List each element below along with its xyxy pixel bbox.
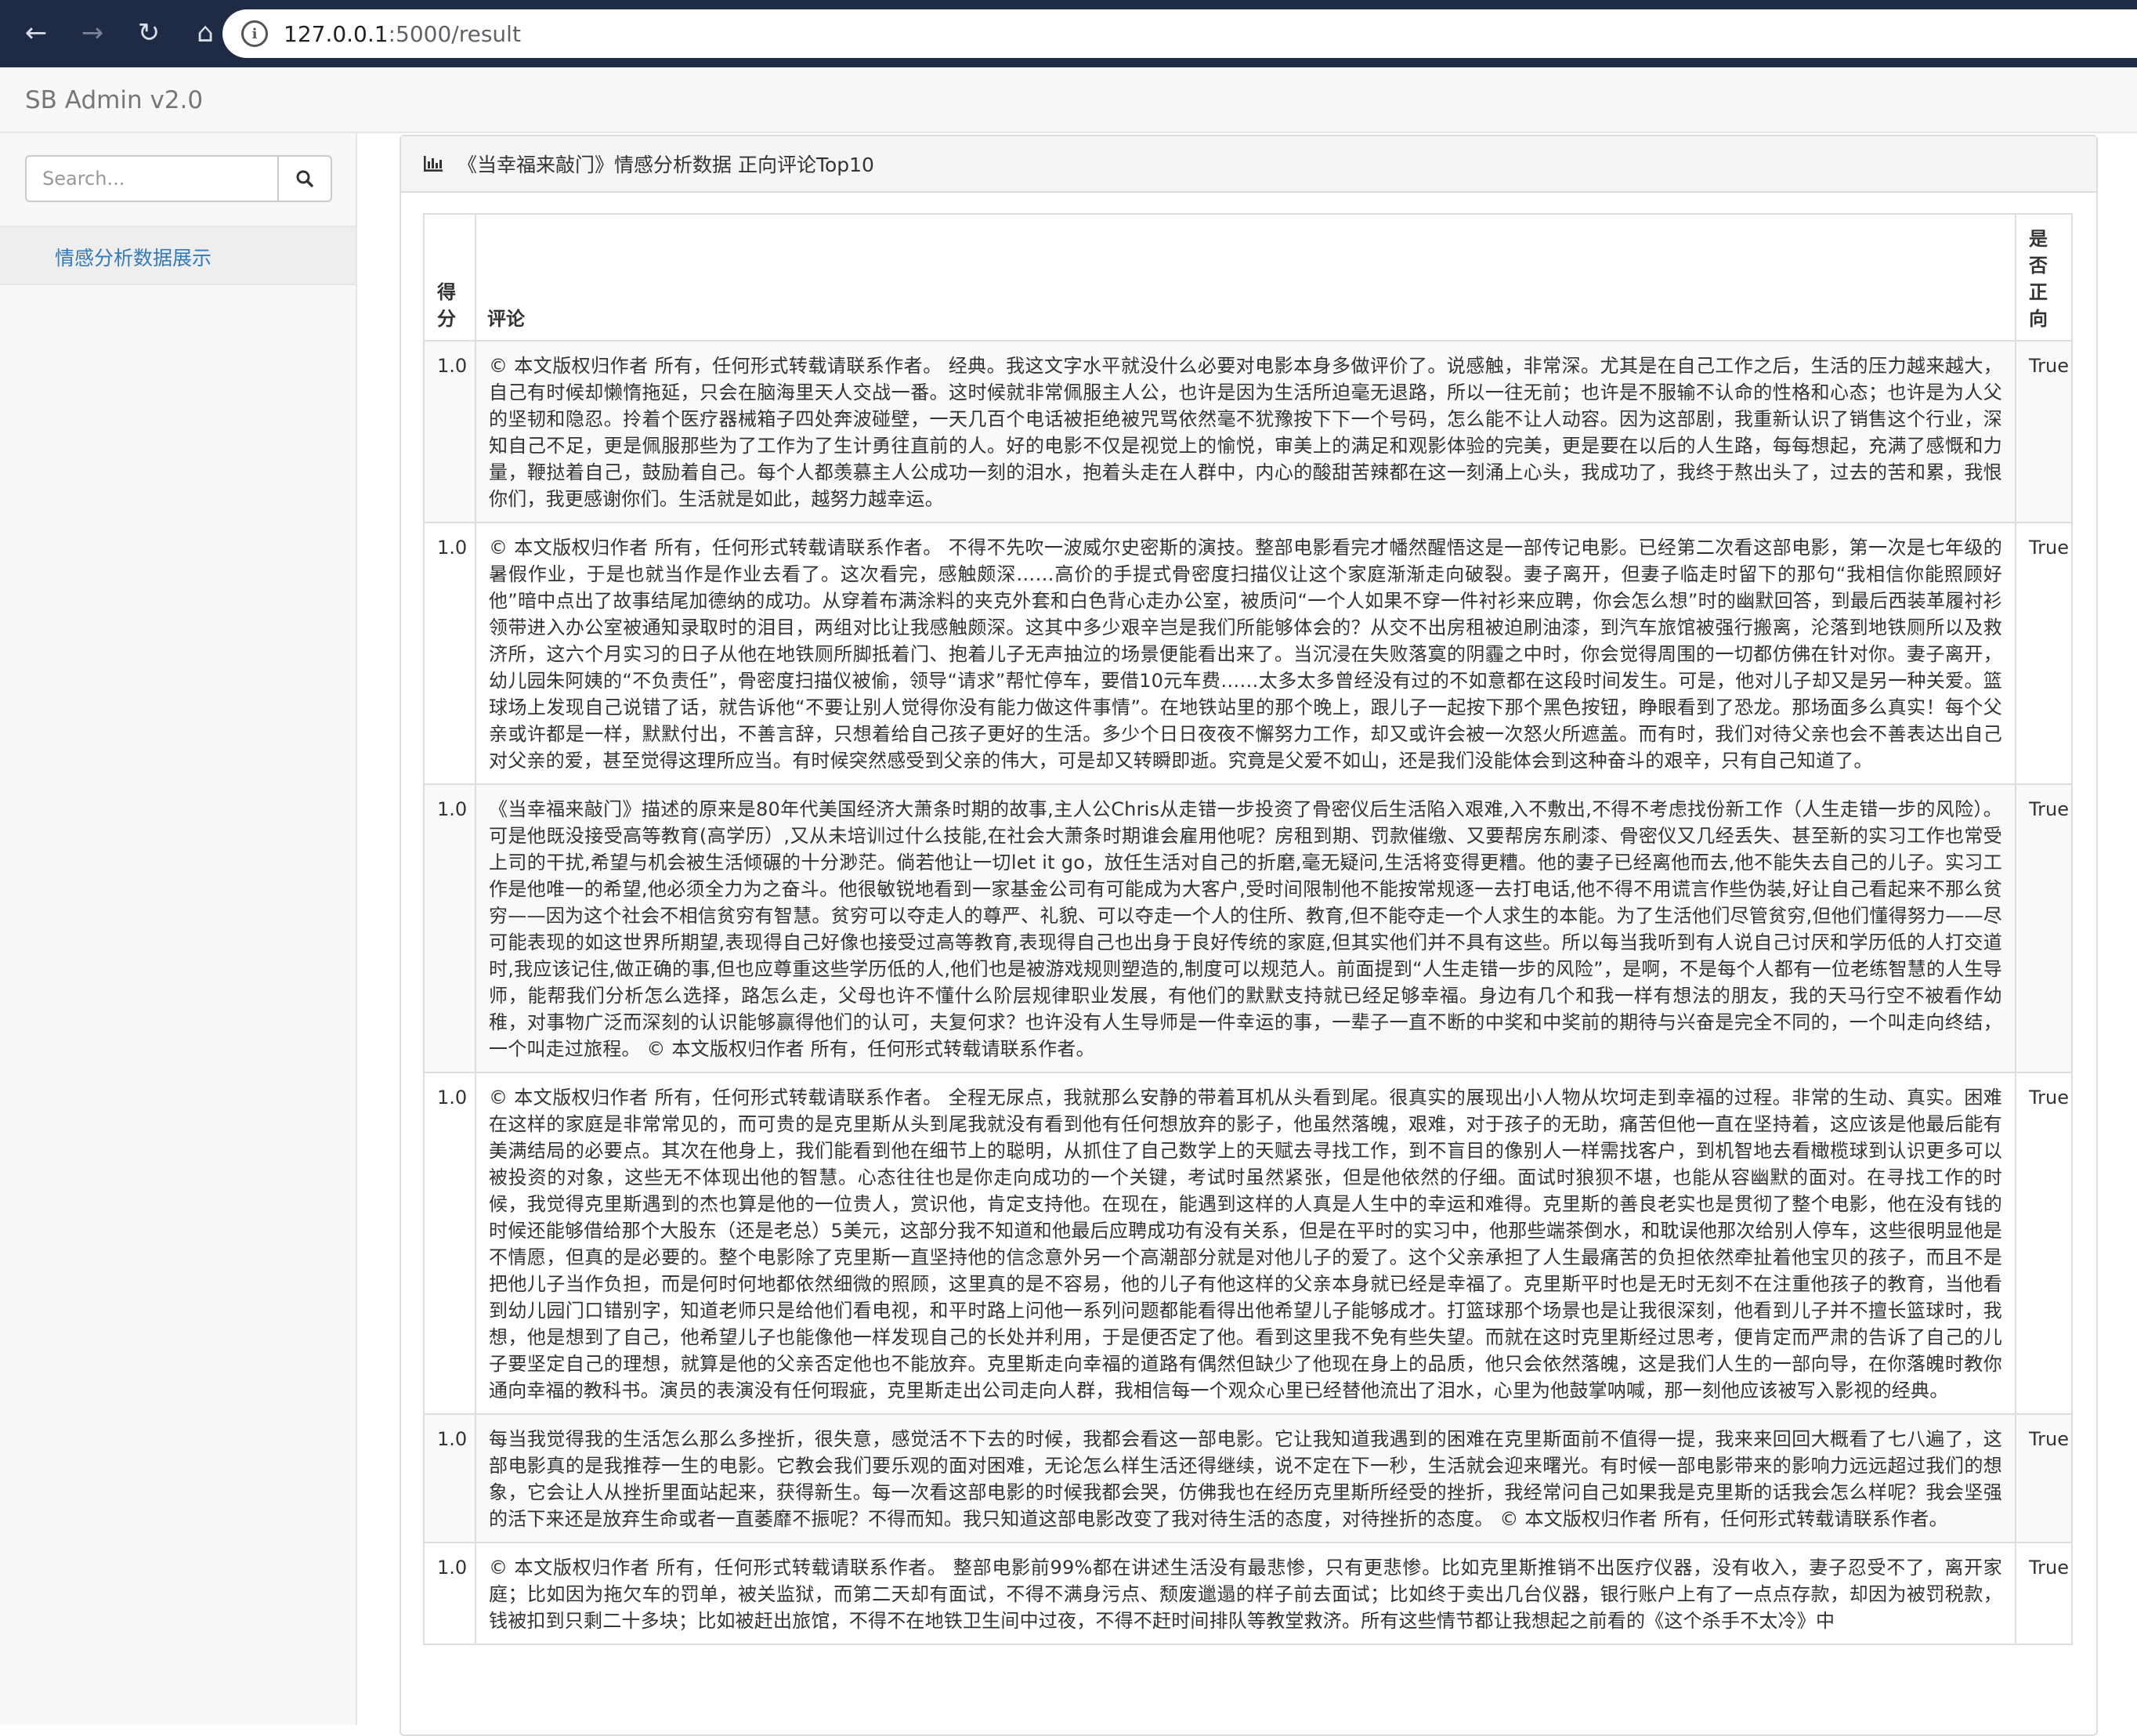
url-text[interactable]: 127.0.0.1:5000/result	[284, 21, 521, 47]
positive-cell: True	[2015, 340, 2073, 523]
header-comment: 评论	[475, 213, 2016, 342]
table-header-row: 得分 评论 是否正向	[423, 213, 2073, 342]
address-bar[interactable]: i 127.0.0.1:5000/result	[222, 9, 2137, 58]
reload-icon[interactable]: ↻	[132, 16, 166, 50]
header-score: 得分	[423, 213, 476, 342]
top-navbar: SB Admin v2.0	[0, 67, 2137, 133]
header-score-label: 得分	[437, 281, 456, 330]
comment-cell: © 本文版权归作者 所有，任何形式转载请联系作者。 全程无尿点，我就那么安静的带…	[475, 1072, 2016, 1415]
url-path: :5000/result	[388, 20, 521, 47]
sidebar-item-sentiment[interactable]: 情感分析数据展示	[0, 227, 356, 285]
comment-cell: © 本文版权归作者 所有，任何形式转载请联系作者。 不得不先吹一波威尔史密斯的演…	[475, 522, 2016, 785]
browser-nav-buttons: ← → ↻ ⌂	[19, 16, 222, 50]
site-info-icon[interactable]: i	[241, 20, 268, 47]
sidebar-search: Search...	[25, 155, 332, 202]
home-icon[interactable]: ⌂	[188, 16, 222, 50]
comment-cell: © 本文版权归作者 所有，任何形式转载请联系作者。 整部电影前99%都在讲述生活…	[475, 1542, 2016, 1645]
bar-chart-icon	[424, 156, 443, 172]
back-arrow-icon[interactable]: ←	[19, 16, 53, 50]
browser-toolbar: ← → ↻ ⌂ i 127.0.0.1:5000/result	[0, 0, 2137, 67]
panel-heading: 《当幸福来敲门》情感分析数据 正向评论Top10	[401, 136, 2096, 193]
sidebar-item-label: 情感分析数据展示	[55, 247, 212, 269]
navbar-brand[interactable]: SB Admin v2.0	[25, 86, 203, 114]
positive-cell: True	[2015, 1072, 2073, 1415]
header-positive-label: 是否正向	[2029, 228, 2048, 330]
search-button[interactable]	[277, 155, 332, 202]
score-cell: 1.0	[423, 1542, 476, 1645]
table-row: 1.0 © 本文版权归作者 所有，任何形式转载请联系作者。 不得不先吹一波威尔史…	[423, 522, 2073, 785]
table-row: 1.0 © 本文版权归作者 所有，任何形式转载请联系作者。 整部电影前99%都在…	[423, 1542, 2073, 1645]
score-cell: 1.0	[423, 1072, 476, 1415]
comments-table: 得分 评论 是否正向 1.0 © 本文版权归作者 所有，任何形式转载请联系作者。…	[423, 213, 2073, 1645]
result-panel: 《当幸福来敲门》情感分析数据 正向评论Top10 得分 评论 是否正向 1.0 …	[400, 135, 2098, 1736]
score-cell: 1.0	[423, 1413, 476, 1543]
table-row: 1.0 © 本文版权归作者 所有，任何形式转载请联系作者。 经典。我这文字水平就…	[423, 340, 2073, 523]
header-positive: 是否正向	[2015, 213, 2073, 342]
forward-arrow-icon[interactable]: →	[75, 16, 110, 50]
positive-cell: True	[2015, 1413, 2073, 1543]
comment-cell: 《当幸福来敲门》描述的原来是80年代美国经济大萧条时期的故事,主人公Chris从…	[475, 783, 2016, 1073]
score-cell: 1.0	[423, 783, 476, 1073]
table-row: 1.0 每当我觉得我的生活怎么那么多挫折，很失意，感觉活不下去的时候，我都会看这…	[423, 1413, 2073, 1543]
score-cell: 1.0	[423, 522, 476, 785]
table-row: 1.0 《当幸福来敲门》描述的原来是80年代美国经济大萧条时期的故事,主人公Ch…	[423, 783, 2073, 1073]
search-input[interactable]: Search...	[25, 155, 277, 202]
search-icon	[296, 170, 313, 187]
panel-body: 得分 评论 是否正向 1.0 © 本文版权归作者 所有，任何形式转载请联系作者。…	[401, 193, 2096, 1645]
comment-cell: 每当我觉得我的生活怎么那么多挫折，很失意，感觉活不下去的时候，我都会看这一部电影…	[475, 1413, 2016, 1543]
positive-cell: True	[2015, 522, 2073, 785]
score-cell: 1.0	[423, 340, 476, 523]
positive-cell: True	[2015, 783, 2073, 1073]
url-host: 127.0.0.1	[284, 20, 389, 47]
table-row: 1.0 © 本文版权归作者 所有，任何形式转载请联系作者。 全程无尿点，我就那么…	[423, 1072, 2073, 1415]
sidebar: Search... 情感分析数据展示	[0, 133, 357, 1725]
positive-cell: True	[2015, 1542, 2073, 1645]
panel-title: 《当幸福来敲门》情感分析数据 正向评论Top10	[457, 154, 874, 176]
comment-cell: © 本文版权归作者 所有，任何形式转载请联系作者。 经典。我这文字水平就没什么必…	[475, 340, 2016, 523]
